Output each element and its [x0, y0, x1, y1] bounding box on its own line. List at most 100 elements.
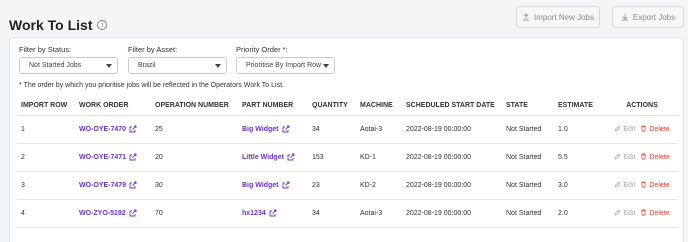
status-select[interactable]: Not Started Jobs [19, 57, 118, 74]
work-order-link[interactable]: WO-OYE-7471 [79, 153, 137, 161]
part-number-link[interactable]: Big Widget [242, 125, 290, 133]
delete-button[interactable]: Delete [640, 153, 670, 162]
actions-cell: Edit Delete [606, 199, 678, 228]
trash-icon [640, 125, 647, 134]
quantity-cell: 34 [308, 115, 356, 144]
estimate-cell: 1.0 [554, 115, 606, 144]
trash-icon [640, 209, 647, 218]
edit-button[interactable]: Edit [614, 124, 635, 134]
external-link-icon [287, 153, 295, 161]
status-select-value: Not Started Jobs [29, 62, 82, 69]
delete-button[interactable]: Delete [640, 209, 670, 218]
trash-icon [640, 181, 647, 190]
estimate-cell: 5.5 [554, 143, 606, 172]
part-number-cell: hx1234 [238, 199, 308, 228]
machine-cell: KD-1 [356, 143, 402, 172]
estimate-cell: 2.0 [554, 199, 606, 228]
part-number-text: Big Widget [242, 125, 279, 133]
info-icon[interactable]: i [97, 20, 108, 30]
work-order-link[interactable]: WO-ZYO-5192 [79, 209, 137, 217]
table-row: 2 WO-OYE-7471 20 Little Widget 153 KD-1 … [17, 143, 678, 172]
external-link-icon [129, 209, 137, 217]
chevron-down-icon [323, 63, 329, 68]
status-filter: Filter by Status: Not Started Jobs [19, 45, 118, 74]
column-header: SCHEDULED START DATE [402, 97, 502, 116]
external-link-icon [269, 209, 277, 217]
operation-number-cell: 20 [151, 143, 238, 172]
import-row-cell: 3 [17, 171, 75, 200]
work-order-table: IMPORT ROW WORK ORDER OPERATION NUMBER P… [17, 97, 678, 228]
machine-cell: Aotai-3 [356, 199, 402, 228]
delete-button[interactable]: Delete [640, 125, 670, 134]
column-header: PART NUMBER [238, 97, 308, 116]
work-order-cell: WO-OYE-7470 [75, 115, 151, 144]
column-header: OPERATION NUMBER [151, 97, 238, 116]
quantity-cell: 23 [308, 171, 356, 200]
external-link-icon [282, 181, 290, 189]
export-jobs-button[interactable]: Export Jobs [612, 6, 684, 28]
pencil-icon [614, 208, 621, 218]
table-row: 3 WO-OYE-7479 30 Big Widget 23 KD-2 2022… [17, 171, 678, 200]
column-header: IMPORT ROW [17, 97, 75, 116]
delete-label: Delete [649, 153, 670, 161]
scheduled-start-cell: 2022-08-19 00:00:00 [402, 199, 502, 228]
priority-filter-label: Priority Order *: [236, 45, 288, 54]
pencil-icon [614, 180, 621, 190]
state-cell: Not Started [502, 115, 554, 144]
work-order-link[interactable]: WO-OYE-7470 [79, 125, 137, 133]
part-number-cell: Big Widget [238, 115, 308, 144]
delete-button[interactable]: Delete [640, 181, 670, 190]
part-number-link[interactable]: hx1234 [242, 209, 277, 217]
work-order-text: WO-ZYO-5192 [79, 209, 126, 217]
trash-icon [640, 153, 647, 162]
actions-cell: Edit Delete [606, 115, 678, 144]
delete-label: Delete [649, 181, 670, 189]
machine-cell: KD-2 [356, 171, 402, 200]
estimate-cell: 3.0 [554, 171, 606, 200]
state-cell: Not Started [502, 199, 554, 228]
pencil-icon [614, 124, 621, 134]
operation-number-cell: 25 [151, 115, 238, 144]
work-order-cell: WO-OYE-7471 [75, 143, 151, 172]
actions-cell: Edit Delete [606, 171, 678, 200]
download-icon [621, 13, 629, 21]
chevron-down-icon [215, 63, 221, 68]
edit-button[interactable]: Edit [614, 180, 635, 190]
scheduled-start-cell: 2022-08-19 00:00:00 [402, 115, 502, 144]
work-order-cell: WO-OYE-7479 [75, 171, 151, 200]
edit-label: Edit [623, 209, 636, 217]
external-link-icon [129, 125, 137, 133]
table-row: 1 WO-OYE-7470 25 Big Widget 34 Aotai-3 2… [17, 115, 678, 144]
priority-select[interactable]: Prioritise By Import Row [236, 57, 335, 74]
part-number-text: Big Widget [242, 181, 279, 189]
priority-select-value: Prioritise By Import Row [246, 62, 322, 69]
pencil-icon [614, 152, 621, 162]
import-row-cell: 1 [17, 115, 75, 144]
edit-button[interactable]: Edit [614, 152, 635, 162]
page-title: Work To List i [9, 17, 108, 33]
part-number-link[interactable]: Big Widget [242, 181, 290, 189]
import-row-cell: 2 [17, 143, 75, 172]
work-order-cell: WO-ZYO-5192 [75, 199, 151, 228]
edit-button[interactable]: Edit [614, 208, 636, 218]
quantity-cell: 34 [308, 199, 356, 228]
operation-number-cell: 70 [151, 199, 238, 228]
asset-filter: Filter by Asset: Brazil [128, 45, 227, 74]
part-number-cell: Little Widget [238, 143, 308, 172]
external-link-icon [129, 153, 137, 161]
external-link-icon [282, 125, 290, 133]
external-link-icon [129, 181, 137, 189]
column-header: QUANTITY [308, 97, 356, 116]
asset-select-value: Brazil [138, 62, 156, 69]
work-order-link[interactable]: WO-OYE-7479 [79, 181, 137, 189]
part-number-link[interactable]: Little Widget [242, 153, 295, 161]
import-new-jobs-button[interactable]: Import New Jobs [516, 6, 600, 28]
column-header: STATE [502, 97, 554, 116]
export-button-label: Export Jobs [632, 12, 676, 22]
work-order-text: WO-OYE-7479 [79, 181, 127, 189]
column-header: ESTIMATE [554, 97, 606, 116]
work-order-text: WO-OYE-7471 [79, 153, 127, 161]
part-number-text: Little Widget [242, 153, 284, 161]
asset-select[interactable]: Brazil [128, 57, 227, 74]
priority-note: * The order by which you prioritise jobs… [19, 82, 284, 89]
